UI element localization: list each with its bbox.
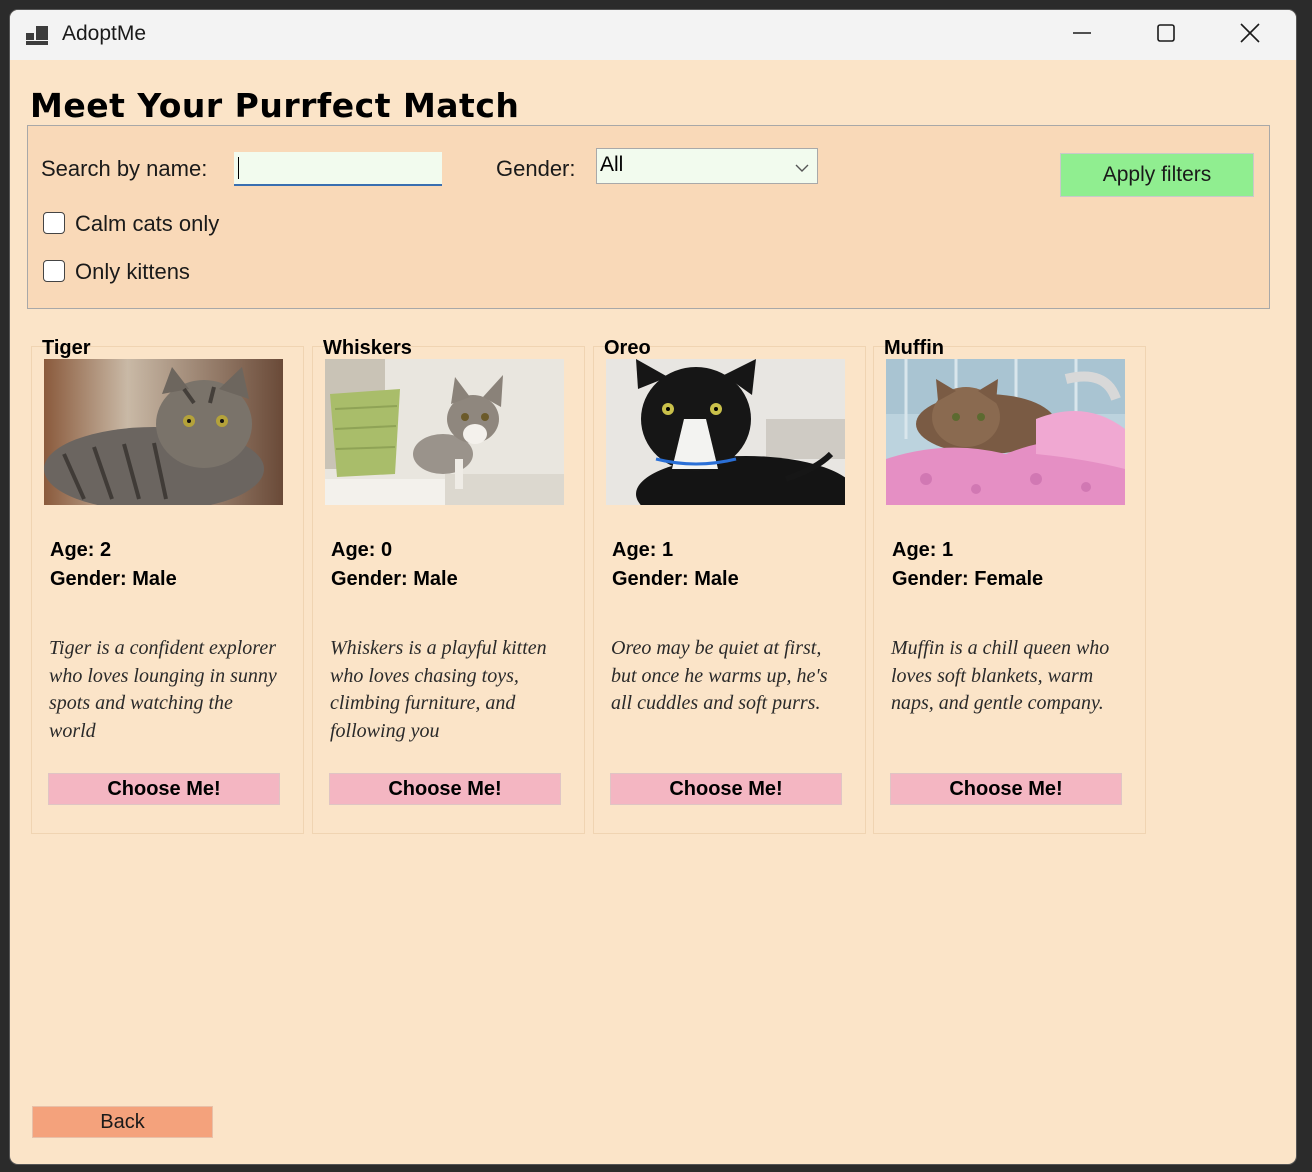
- cat-photo: [606, 359, 845, 505]
- minimize-icon: [1072, 23, 1092, 48]
- cat-age: Age: 1: [892, 539, 954, 561]
- cat-description: Muffin is a chill queen who loves soft b…: [891, 637, 1110, 714]
- gender-label: Gender:: [496, 156, 576, 181]
- cat-name: Oreo: [604, 337, 651, 359]
- choose-me-button[interactable]: Choose Me!: [48, 773, 280, 805]
- cat-gender: Gender: Male: [612, 568, 739, 590]
- choose-me-button[interactable]: Choose Me!: [329, 773, 561, 805]
- calm-cats-checkbox[interactable]: [43, 212, 65, 234]
- page-title: Meet Your Purrfect Match: [30, 86, 520, 125]
- cat-photo: [886, 359, 1125, 505]
- gender-selected-value: All: [600, 153, 624, 176]
- cat-card: Tiger Age: 2 Gender: Male Tiger is a con…: [31, 337, 304, 834]
- only-kittens-checkbox[interactable]: [43, 260, 65, 282]
- search-label: Search by name:: [41, 156, 208, 181]
- search-input[interactable]: [234, 152, 442, 186]
- cat-gender: Gender: Male: [331, 568, 458, 590]
- only-kittens-label[interactable]: Only kittens: [75, 259, 190, 285]
- window-title: AdoptMe: [62, 22, 147, 45]
- calm-cats-label[interactable]: Calm cats only: [75, 211, 219, 237]
- cat-name: Muffin: [884, 337, 944, 359]
- cat-photo: [44, 359, 283, 505]
- title-bar[interactable]: AdoptMe: [10, 10, 1296, 60]
- app-window-icon: [26, 26, 48, 45]
- cat-name: Whiskers: [323, 337, 412, 359]
- cat-description: Oreo may be quiet at first, but once he …: [611, 637, 828, 714]
- text-caret: [238, 157, 239, 179]
- cat-gender: Gender: Female: [892, 568, 1044, 590]
- cat-card: Whiskers Age: 0 Gender: Male Whiskers is…: [312, 337, 585, 834]
- cat-gender: Gender: Male: [50, 568, 177, 590]
- chevron-down-icon: [795, 160, 809, 178]
- cat-age: Age: 1: [612, 539, 674, 561]
- cat-description: Tiger is a confident explorer who loves …: [49, 637, 277, 742]
- cat-age: Age: 0: [331, 539, 393, 561]
- cat-photo: [325, 359, 564, 505]
- maximize-icon: [1156, 23, 1176, 48]
- cat-description: Whiskers is a playful kitten who loves c…: [330, 637, 547, 742]
- cat-card: Muffin Age: 1 Gender: Female Muffin is a…: [873, 337, 1146, 834]
- minimize-button[interactable]: [1040, 10, 1124, 60]
- cat-name: Tiger: [42, 337, 91, 359]
- choose-me-button[interactable]: Choose Me!: [890, 773, 1122, 805]
- maximize-button[interactable]: [1124, 10, 1208, 60]
- back-button[interactable]: Back: [32, 1106, 213, 1138]
- app-window: AdoptMe Meet Your Purrfect Match Search …: [10, 10, 1296, 1164]
- close-icon: [1239, 22, 1261, 49]
- cat-card: Oreo Age: 1 Gender: Male Oreo may be qui…: [593, 337, 866, 834]
- apply-filters-button[interactable]: Apply filters: [1060, 153, 1254, 197]
- choose-me-button[interactable]: Choose Me!: [610, 773, 842, 805]
- cat-age: Age: 2: [50, 539, 112, 561]
- close-button[interactable]: [1208, 10, 1292, 60]
- filter-panel: Search by name: Gender: All Apply filter…: [27, 125, 1270, 309]
- gender-dropdown[interactable]: All: [596, 148, 818, 184]
